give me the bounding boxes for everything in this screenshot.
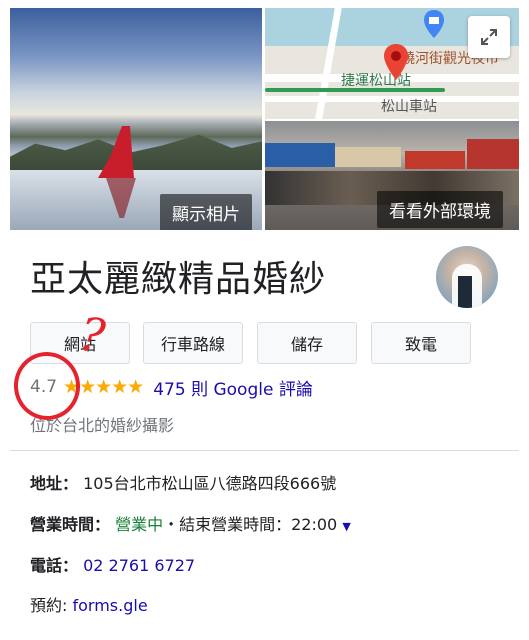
phone-row: 電話： 02 2761 6727	[30, 552, 195, 576]
address-label: 地址：	[30, 474, 79, 493]
save-button[interactable]: 儲存	[257, 322, 357, 364]
map-pin-icon	[384, 44, 408, 80]
business-photo[interactable]: 顯示相片	[10, 8, 262, 230]
address-value[interactable]: 105台北市松山區八德路四段666號	[83, 474, 336, 493]
divider	[10, 450, 519, 451]
shopping-pin-icon	[424, 10, 444, 38]
expand-map-button[interactable]	[468, 16, 510, 58]
hours-status: 營業中	[115, 515, 164, 534]
booking-link[interactable]: forms.gle	[72, 596, 147, 615]
phone-link[interactable]: 02 2761 6727	[83, 556, 195, 575]
street-view-thumbnail[interactable]: 看看外部環境	[265, 121, 519, 230]
address-row: 地址： 105台北市松山區八德路四段666號	[30, 470, 336, 494]
booking-label: 預約:	[30, 596, 73, 615]
business-knowledge-panel: 顯示相片 饒河街觀光夜市 捷運松山站 松山車站 看看外部環境 亞太麗緻精品婚紗	[0, 0, 529, 640]
photo-mountains	[10, 134, 262, 170]
storefront	[405, 151, 465, 169]
street-view-button[interactable]: 看看外部環境	[377, 191, 503, 228]
reviews-link[interactable]: 475 則 Google 評論	[153, 375, 313, 400]
expand-icon	[481, 29, 497, 45]
hours-dropdown-icon[interactable]: ▼	[342, 520, 350, 533]
call-button[interactable]: 致電	[371, 322, 471, 364]
map-label-train-station: 松山車站	[381, 99, 437, 115]
phone-label: 電話：	[30, 556, 79, 575]
hours-row: 營業時間： 營業中・結束營業時間：22:00 ▼	[30, 511, 351, 535]
avatar-groom	[458, 276, 472, 308]
directions-button[interactable]: 行車路線	[143, 322, 243, 364]
business-name: 亞太麗緻精品婚紗	[30, 259, 327, 300]
hours-label: 營業時間：	[30, 515, 111, 534]
business-avatar[interactable]	[436, 246, 498, 308]
show-photos-button[interactable]: 顯示相片	[160, 194, 252, 230]
storefront	[265, 143, 335, 167]
storefront	[467, 139, 519, 169]
hours-closing: ・結束營業時間：22:00	[163, 515, 338, 534]
storefront	[335, 147, 401, 167]
booking-row: 預約: forms.gle	[30, 592, 148, 616]
